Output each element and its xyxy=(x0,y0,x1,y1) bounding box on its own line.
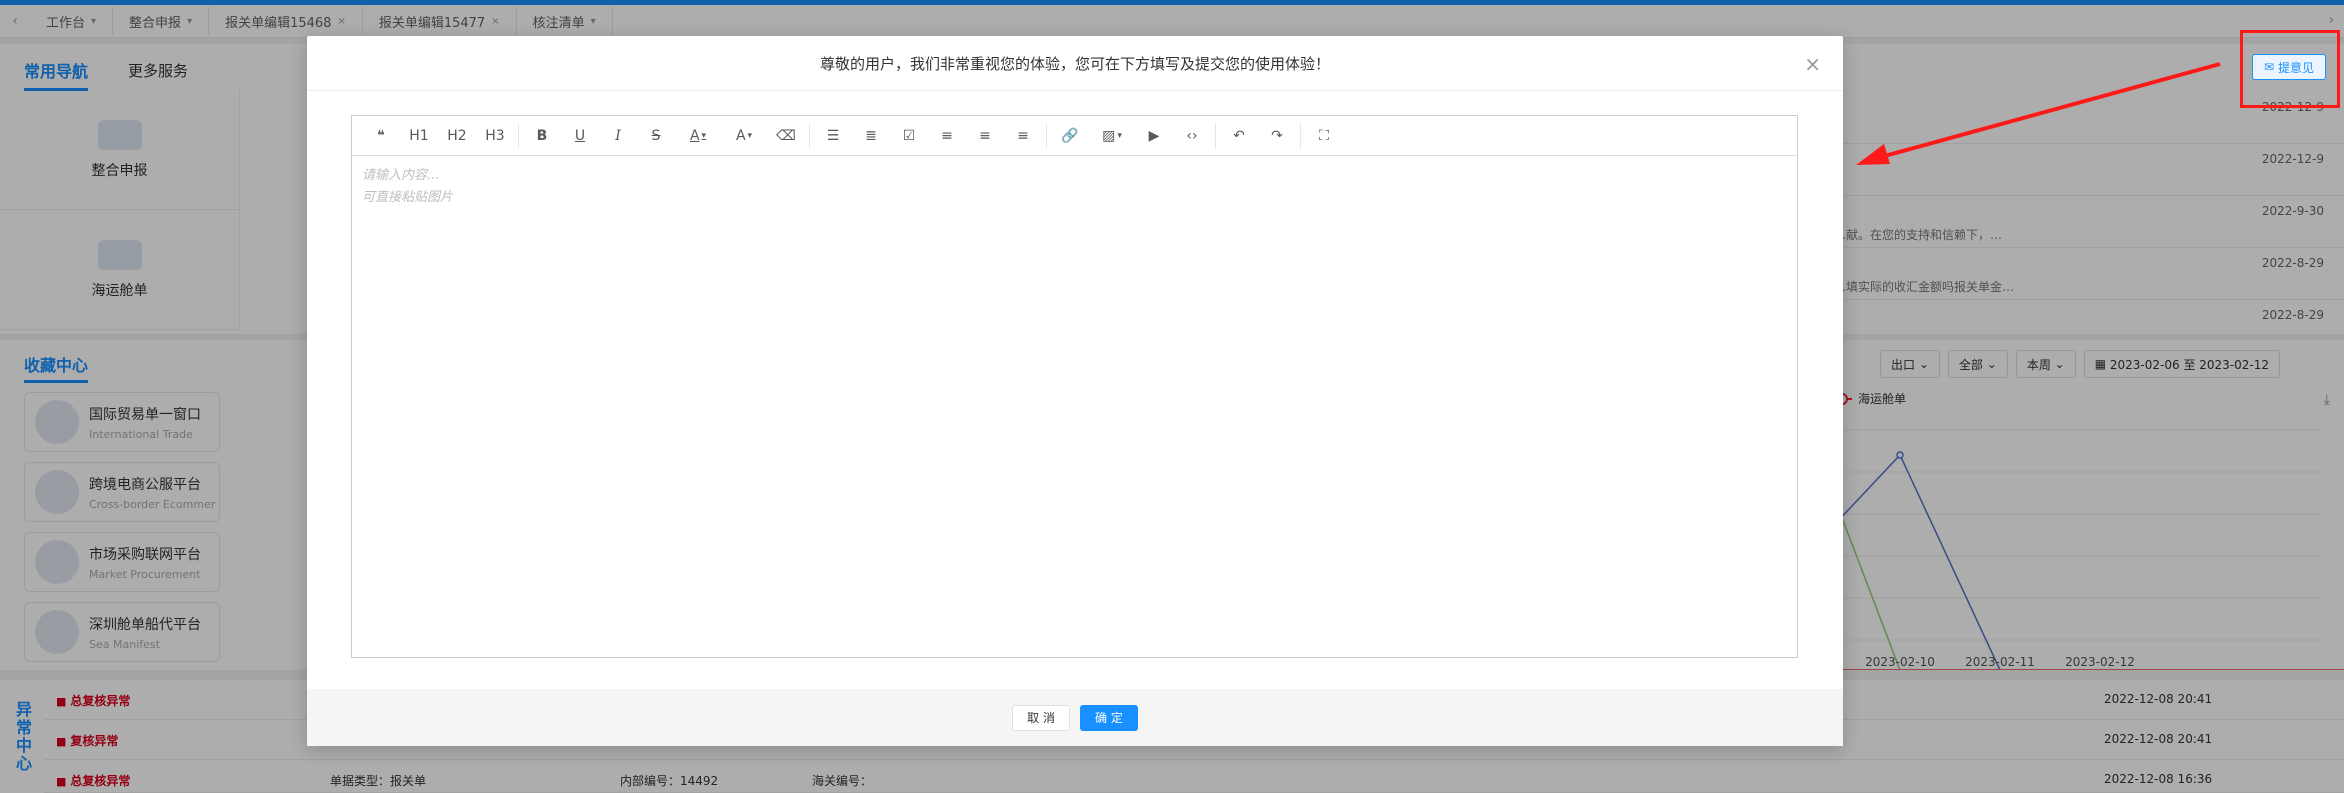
toolbar-divider xyxy=(518,122,519,149)
link-icon[interactable]: 🔗 xyxy=(1051,121,1089,151)
toolbar-divider xyxy=(809,122,810,149)
todo-checkbox-icon[interactable]: ☑ xyxy=(890,121,928,151)
align-left-icon[interactable]: ≡ xyxy=(928,121,966,151)
strikethrough-button[interactable]: S xyxy=(637,121,675,151)
editor-content-area[interactable]: 请输入内容... 可直接粘贴图片 xyxy=(352,156,1797,657)
undo-icon[interactable]: ↶ xyxy=(1220,121,1258,151)
background-color-button[interactable]: A xyxy=(721,121,767,151)
underline-button[interactable]: U xyxy=(561,121,599,151)
heading1-button[interactable]: H1 xyxy=(400,121,438,151)
dialog-header: 尊敬的用户，我们非常重视您的体验，您可在下方填写及提交您的使用体验！ × xyxy=(307,36,1843,91)
dialog-title: 尊敬的用户，我们非常重视您的体验，您可在下方填写及提交您的使用体验！ xyxy=(819,54,1330,73)
heading2-button[interactable]: H2 xyxy=(438,121,476,151)
code-icon[interactable]: ‹› xyxy=(1173,121,1211,151)
numbered-list-icon[interactable]: ≣ xyxy=(852,121,890,151)
heading3-button[interactable]: H3 xyxy=(476,121,514,151)
editor-toolbar: ❝ H1 H2 H3 B U I S A A ⌫ ☰ ≣ ☑ ≡ ≡ ≡ 🔗 ▨… xyxy=(352,116,1797,156)
editor-placeholder: 请输入内容... xyxy=(362,168,440,183)
justify-icon[interactable]: ≡ xyxy=(1004,121,1042,151)
italic-button[interactable]: I xyxy=(599,121,637,151)
dialog-footer: 取 消 确 定 xyxy=(307,689,1843,746)
font-color-button[interactable]: A xyxy=(675,121,721,151)
confirm-button[interactable]: 确 定 xyxy=(1080,704,1138,731)
toolbar-divider xyxy=(1215,122,1216,149)
annotation-highlight-box xyxy=(2240,30,2340,108)
redo-icon[interactable]: ↷ xyxy=(1258,121,1296,151)
fullscreen-icon[interactable]: ⛶ xyxy=(1305,121,1343,151)
bulleted-list-icon[interactable]: ☰ xyxy=(814,121,852,151)
cancel-button[interactable]: 取 消 xyxy=(1012,704,1070,731)
toolbar-divider xyxy=(1046,122,1047,149)
close-icon[interactable]: × xyxy=(1804,52,1821,76)
feedback-dialog: 尊敬的用户，我们非常重视您的体验，您可在下方填写及提交您的使用体验！ × ❝ H… xyxy=(307,36,1843,746)
rich-text-editor: ❝ H1 H2 H3 B U I S A A ⌫ ☰ ≣ ☑ ≡ ≡ ≡ 🔗 ▨… xyxy=(351,115,1798,658)
paste-image-hint: 可直接粘贴图片 xyxy=(362,190,454,205)
video-icon[interactable]: ▶ xyxy=(1135,121,1173,151)
bold-button[interactable]: B xyxy=(523,121,561,151)
image-icon[interactable]: ▨ xyxy=(1089,121,1135,151)
toolbar-divider xyxy=(1300,122,1301,149)
eraser-icon[interactable]: ⌫ xyxy=(767,121,805,151)
blockquote-icon[interactable]: ❝ xyxy=(362,121,400,151)
annotation-arrow xyxy=(1856,62,2221,165)
align-right-icon[interactable]: ≡ xyxy=(966,121,1004,151)
